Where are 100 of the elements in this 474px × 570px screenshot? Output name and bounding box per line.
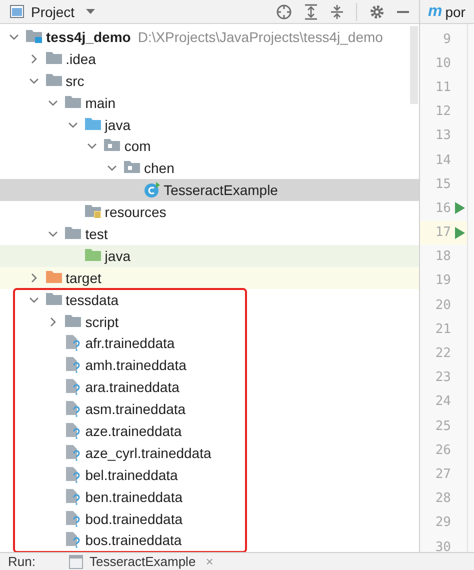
line-number: 22 <box>435 346 451 362</box>
node-label: com <box>124 138 151 154</box>
node-label: target <box>66 270 102 286</box>
class-icon <box>144 182 160 198</box>
line-number: 12 <box>435 104 451 120</box>
node-label: afr.traineddata <box>85 335 175 352</box>
tree-row[interactable]: java <box>0 114 419 136</box>
node-label: src <box>66 72 84 89</box>
node-label: amh.traineddata <box>85 357 186 374</box>
folder-icon <box>84 116 101 132</box>
folder-icon <box>46 50 62 67</box>
node-label: aze.traineddata <box>85 422 182 439</box>
tree-row[interactable]: ben.traineddata <box>0 486 419 508</box>
folder-icon <box>46 72 62 89</box>
tree-row[interactable]: target <box>0 266 419 289</box>
node-label: resources <box>104 204 166 220</box>
line-number: 30 <box>435 540 451 552</box>
node-label: chen <box>144 160 174 176</box>
tree-row[interactable]: ara.traineddata <box>0 376 419 398</box>
node-label: bos.traineddata <box>85 532 182 548</box>
settings-icon[interactable] <box>369 4 385 20</box>
line-number: 20 <box>435 298 451 313</box>
node-label: bel.traineddata <box>85 466 178 483</box>
tree-row[interactable]: aze_cyrl.traineddata <box>0 442 419 464</box>
line-number: 17 <box>435 225 451 240</box>
tree-row[interactable]: amh.traineddata <box>0 354 419 376</box>
tree-row[interactable]: .idea <box>0 48 419 70</box>
project-window-icon <box>10 5 24 18</box>
unknown-file-icon <box>65 532 82 548</box>
minimize-icon[interactable] <box>397 10 409 12</box>
tree-row[interactable]: tessdata <box>0 288 419 311</box>
locate-icon[interactable] <box>276 4 292 20</box>
node-label: asm.traineddata <box>85 401 186 418</box>
folder-icon <box>65 314 82 330</box>
node-label: java <box>104 116 130 132</box>
scrollbar-thumb[interactable] <box>410 26 418 104</box>
run-icon[interactable] <box>455 226 465 239</box>
folder-icon <box>84 248 101 264</box>
tree-row[interactable]: com <box>0 135 419 158</box>
editor-tab[interactable]: por <box>445 4 466 20</box>
tree-row[interactable]: bel.traineddata <box>0 464 419 486</box>
unknown-file-icon <box>65 488 82 505</box>
line-number: 9 <box>443 32 451 47</box>
folder-icon <box>65 226 82 242</box>
tree-row[interactable]: tess4j_demo D:\XProjects\JavaProjects\tess4j_demo <box>0 26 419 48</box>
node-label: .idea <box>66 50 96 67</box>
run-icon[interactable] <box>455 202 465 214</box>
line-number: 29 <box>435 515 451 530</box>
dropdown-caret-icon[interactable] <box>86 9 95 14</box>
collapse-all-icon[interactable] <box>330 4 344 20</box>
unknown-file-icon <box>65 335 82 352</box>
line-number: 19 <box>435 273 451 288</box>
resources-folder-icon <box>84 204 101 220</box>
tree-row[interactable]: resources <box>0 201 419 224</box>
node-label: tess4j_demo <box>46 28 131 45</box>
run-tab[interactable]: TesseractExample <box>89 554 196 570</box>
line-number: 24 <box>435 394 451 410</box>
node-label: bod.traineddata <box>85 510 182 527</box>
node-label: ara.traineddata <box>85 379 180 396</box>
expand-all-icon[interactable] <box>304 4 318 20</box>
line-number: 23 <box>435 370 451 386</box>
line-number: 10 <box>435 56 451 71</box>
node-label: main <box>85 94 116 111</box>
tree-row[interactable]: TesseractExample <box>0 179 419 202</box>
module-path: D:\XProjects\JavaProjects\tess4j_demo <box>138 28 383 45</box>
line-number: 15 <box>435 176 451 192</box>
node-label: aze_cyrl.traineddata <box>85 444 212 461</box>
tree-row[interactable]: script <box>0 310 419 332</box>
tree-row[interactable]: java <box>0 244 419 267</box>
node-label: java <box>104 248 130 264</box>
unknown-file-icon <box>65 422 82 439</box>
run-label: Run: <box>8 554 36 570</box>
tree-row[interactable]: bod.traineddata <box>0 508 419 530</box>
tree-row[interactable]: main <box>0 92 419 114</box>
unknown-file-icon <box>65 401 82 418</box>
tree-row[interactable]: test <box>0 223 419 245</box>
tree-row[interactable]: src <box>0 70 419 92</box>
line-number: 26 <box>435 442 451 458</box>
line-number: 28 <box>435 491 451 506</box>
node-label: ben.traineddata <box>85 488 182 505</box>
node-label: tessdata <box>66 292 119 308</box>
tree-row[interactable]: bos.traineddata <box>0 529 419 552</box>
node-label: script <box>85 314 119 330</box>
node-label: TesseractExample <box>164 182 278 198</box>
panel-title[interactable]: Project <box>31 4 75 20</box>
line-number: 11 <box>435 80 451 95</box>
folder-icon <box>46 270 62 286</box>
unknown-file-icon <box>65 510 82 527</box>
tree-row[interactable]: asm.traineddata <box>0 398 419 420</box>
unknown-file-icon <box>65 466 82 483</box>
folder-icon <box>26 28 42 45</box>
line-number: 27 <box>435 466 451 482</box>
tree-row[interactable]: afr.traineddata <box>0 332 419 354</box>
unknown-file-icon <box>65 444 82 461</box>
tree-row[interactable]: chen <box>0 157 419 180</box>
folder-icon <box>65 94 82 111</box>
tree-row[interactable]: aze.traineddata <box>0 420 419 442</box>
unknown-file-icon <box>65 379 82 396</box>
node-label: test <box>85 226 108 242</box>
folder-icon <box>46 292 62 308</box>
